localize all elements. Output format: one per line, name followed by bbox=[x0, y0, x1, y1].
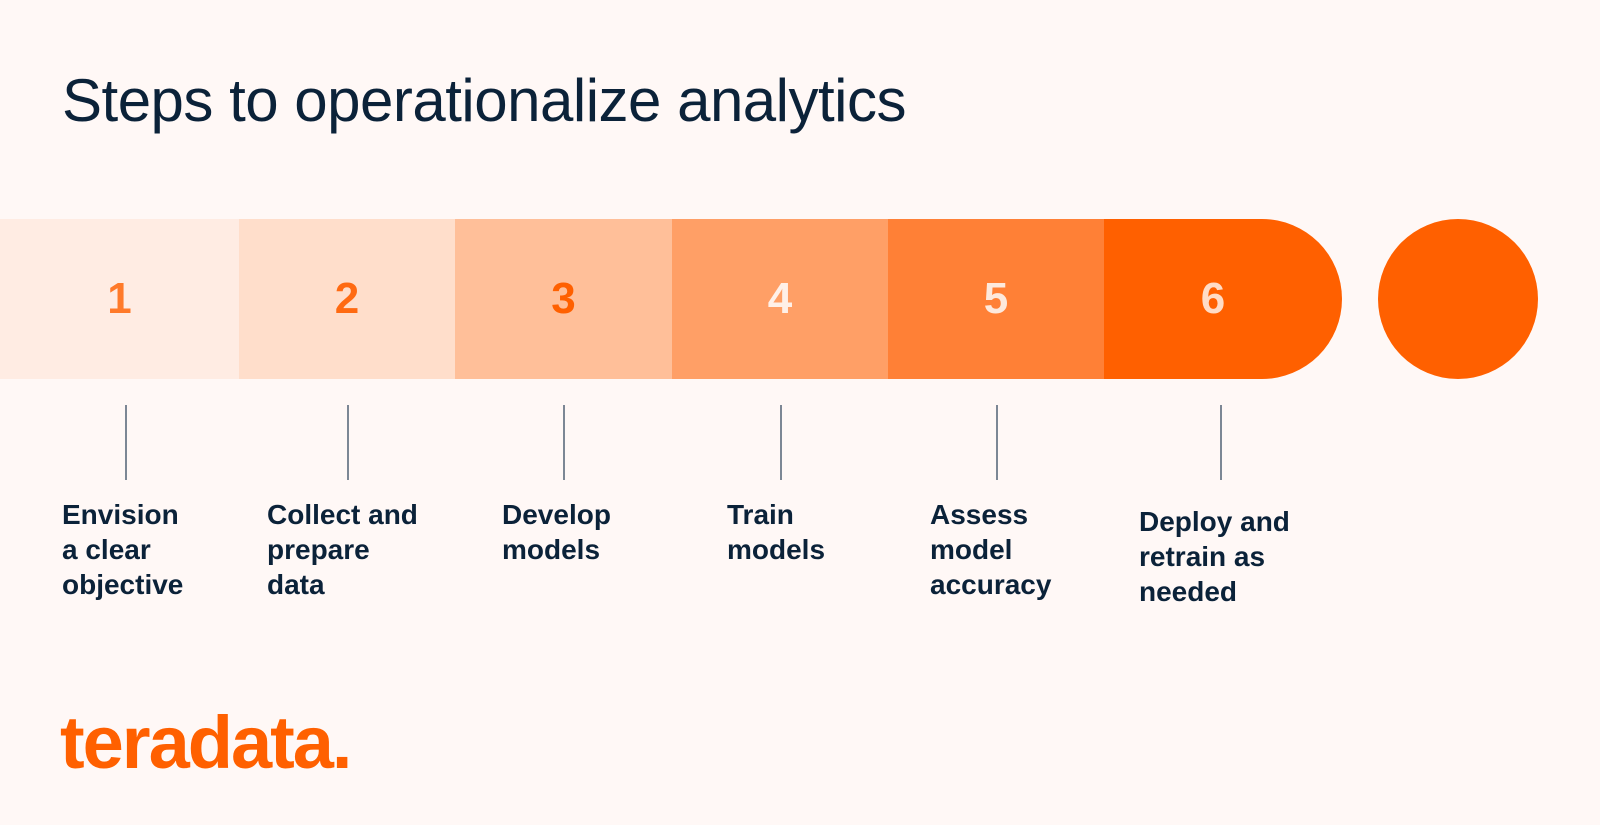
step-3-label: Develop models bbox=[502, 499, 611, 565]
step-3-number: 3 bbox=[551, 274, 576, 323]
teradata-logo: teradata. bbox=[60, 701, 352, 784]
step-4-label: Train models bbox=[727, 499, 826, 565]
step-1-segment: 1 bbox=[0, 219, 239, 379]
step-2-segment: 2 bbox=[239, 219, 455, 379]
step-1-connector bbox=[125, 405, 127, 480]
page-title: Steps to operationalize analytics bbox=[62, 67, 907, 134]
step-5-connector bbox=[996, 405, 998, 480]
step-5-label: Assess model accuracy bbox=[930, 499, 1052, 600]
step-5-number: 5 bbox=[983, 274, 1009, 323]
end-circle-marker bbox=[1378, 219, 1538, 379]
step-4-connector bbox=[780, 405, 782, 480]
step-6-number: 6 bbox=[1200, 274, 1226, 323]
step-3-connector bbox=[563, 405, 565, 480]
step-1-number: 1 bbox=[107, 274, 132, 323]
step-3-segment: 3 bbox=[455, 219, 672, 379]
step-6-segment: 6 bbox=[1104, 219, 1342, 379]
step-2-connector bbox=[347, 405, 349, 480]
step-2-label: Collect and prepare data bbox=[267, 499, 418, 600]
step-6-connector bbox=[1220, 405, 1222, 480]
step-1-label: Envision a clear objective bbox=[62, 499, 184, 600]
step-4-segment: 4 bbox=[672, 219, 888, 379]
step-4-number: 4 bbox=[767, 274, 793, 323]
step-2-number: 2 bbox=[334, 274, 360, 323]
step-6-label: Deploy and retrain as needed bbox=[1139, 506, 1290, 607]
step-5-segment: 5 bbox=[888, 219, 1104, 379]
steps-bar: 1 2 3 4 5 6 bbox=[0, 219, 1342, 379]
